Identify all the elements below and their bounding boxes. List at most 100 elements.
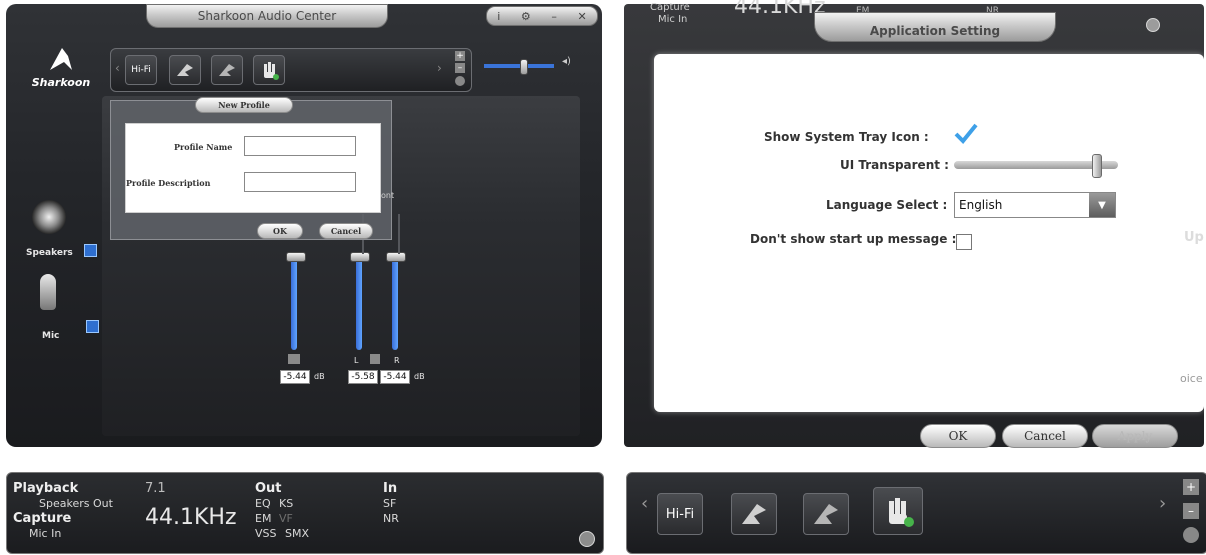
zoom-hifi-label: Hi-Fi	[665, 506, 695, 522]
tray-icon-label: Show System Tray Icon :	[764, 130, 929, 144]
remove-effect-icon[interactable]: –	[455, 63, 465, 73]
front-volume-slider[interactable]	[291, 254, 297, 350]
slider-grid-line	[398, 214, 400, 254]
profile-description-input[interactable]	[244, 172, 356, 192]
new-profile-dialog: New Profile Profile Name Profile Descrip…	[110, 97, 395, 240]
in-sf: SF	[383, 497, 397, 510]
zoom-cycle-icon[interactable]	[1183, 527, 1199, 543]
capture-label: Capture	[13, 511, 72, 526]
zoom-singer-icon	[742, 504, 766, 524]
new-profile-form: Profile Name Profile Description	[125, 123, 381, 213]
tray-icon-checkbox[interactable]	[954, 122, 978, 144]
profile-cancel-button[interactable]: Cancel	[319, 223, 373, 239]
mic-in-label: Mic In	[29, 527, 62, 540]
zoom-remove-effect-icon[interactable]: –	[1183, 503, 1199, 519]
info-icon[interactable]: i	[497, 10, 500, 23]
settings-cancel-button[interactable]: Cancel	[1002, 424, 1088, 448]
settings-title: Application Setting	[869, 24, 1001, 38]
mic-device-icon[interactable]	[40, 274, 56, 310]
startup-message-label: Don't show start up message :	[750, 232, 957, 246]
application-setting-window: Capture Mic In 44.1KHz EM NR Application…	[624, 0, 1204, 448]
zoom-hand-icon	[889, 498, 914, 527]
mute-icon[interactable]	[288, 354, 300, 364]
zoom-hand-button[interactable]	[873, 487, 923, 535]
right-volume-slider[interactable]	[392, 254, 398, 350]
out-label: Out	[255, 481, 282, 496]
front-volume-knob[interactable]	[286, 252, 306, 262]
playback-label: Playback	[13, 481, 79, 496]
audio-center-window: Sharkoon Audio Center i ⚙ – ✕ Sharkoon ‹…	[6, 4, 602, 447]
info-bar: Playback Speakers Out Capture Mic In 7.1…	[6, 472, 604, 554]
dropdown-arrow-icon[interactable]: ▼	[1089, 193, 1115, 217]
frequency-value: 44.1KHz	[145, 505, 237, 530]
hifi-label: Hi-Fi	[131, 65, 151, 75]
voice-effect-button[interactable]	[211, 55, 243, 85]
language-select-label: Language Select :	[826, 198, 948, 212]
voice-effect-icon	[219, 64, 235, 76]
zoom-voice-effect-icon	[814, 504, 838, 524]
zoom-hifi-button[interactable]: Hi-Fi	[657, 493, 703, 535]
zoom-scroll-left-icon[interactable]: ‹	[641, 493, 648, 514]
cycle-icon[interactable]	[455, 76, 465, 86]
add-effect-icon[interactable]: +	[455, 51, 465, 61]
startup-message-checkbox[interactable]	[956, 234, 972, 250]
speakers-label: Speakers	[26, 248, 73, 258]
out-vss: VSS	[255, 527, 277, 540]
info-refresh-icon[interactable]	[579, 531, 595, 547]
profile-ok-button[interactable]: OK	[257, 223, 303, 239]
right-channel-label: R	[394, 356, 400, 365]
effects-bar: ‹ Hi-Fi › + –	[110, 48, 472, 92]
settings-icon[interactable]: ⚙	[521, 10, 531, 23]
profile-name-input[interactable]	[244, 136, 356, 156]
sharkoon-logo: Sharkoon	[26, 46, 96, 96]
front-db-value[interactable]: -5.44	[280, 370, 310, 384]
speakers-device-icon[interactable]	[32, 200, 66, 234]
ui-transparent-knob[interactable]	[1092, 154, 1102, 178]
settings-ok-button[interactable]: OK	[920, 424, 996, 448]
left-volume-slider[interactable]	[356, 254, 362, 350]
mic-checkbox[interactable]	[86, 320, 99, 333]
zoom-voice-effect-button[interactable]	[803, 493, 849, 535]
mic-label: Mic	[42, 331, 60, 341]
checkmark-icon	[954, 123, 978, 144]
partial-label-text: ont	[381, 191, 395, 200]
hifi-button[interactable]: Hi-Fi	[125, 55, 157, 85]
scroll-left-icon[interactable]: ‹	[115, 61, 120, 75]
right-volume-knob[interactable]	[386, 252, 406, 262]
db-unit-label: dB	[414, 372, 425, 381]
zoom-add-effect-icon[interactable]: +	[1183, 479, 1199, 495]
out-vf: VF	[279, 512, 293, 525]
settings-dialog: Show System Tray Icon : UI Transparent :…	[654, 54, 1204, 412]
hand-icon	[264, 62, 279, 80]
speakers-checkbox[interactable]	[84, 244, 97, 257]
singer-icon	[177, 64, 193, 76]
left-db-value[interactable]: -5.58	[348, 370, 378, 384]
settings-refresh-icon[interactable]	[1146, 18, 1160, 32]
hand-button[interactable]	[253, 55, 285, 85]
out-smx: SMX	[285, 527, 310, 540]
language-select[interactable]: English ▼	[954, 192, 1116, 218]
header-frequency-text: 44.1KHz	[734, 0, 826, 19]
window-title: Sharkoon Audio Center	[197, 9, 337, 23]
zoom-scroll-right-icon[interactable]: ›	[1159, 493, 1166, 514]
close-icon[interactable]: ✕	[577, 10, 586, 23]
minimize-icon[interactable]: –	[551, 10, 557, 23]
header-capture-text: Capture	[650, 2, 690, 13]
zoom-karaoke-button[interactable]	[731, 493, 777, 535]
link-channels-icon[interactable]	[370, 354, 380, 364]
sharkoon-logo-mark	[50, 48, 72, 70]
in-label: In	[383, 481, 398, 496]
ui-transparent-label: UI Transparent :	[840, 158, 949, 172]
header-mic-in-text: Mic In	[658, 14, 688, 25]
title-bar: Sharkoon Audio Center	[146, 4, 388, 28]
karaoke-button[interactable]	[169, 55, 201, 85]
settings-apply-button[interactable]: Apply	[1092, 424, 1178, 448]
right-edge-voice-text: oice	[1180, 372, 1203, 385]
out-ks: KS	[279, 497, 294, 510]
master-volume-knob[interactable]	[520, 59, 528, 75]
master-volume-slider[interactable]	[484, 64, 554, 68]
left-volume-knob[interactable]	[350, 252, 370, 262]
scroll-right-icon[interactable]: ›	[437, 61, 442, 75]
window-controls: i ⚙ – ✕	[486, 6, 598, 26]
right-db-value[interactable]: -5.44	[380, 370, 410, 384]
